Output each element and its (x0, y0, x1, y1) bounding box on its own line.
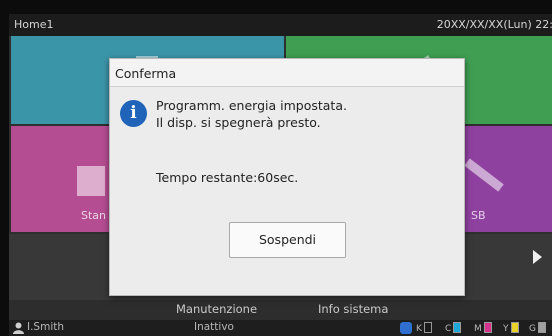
device-bezel: Home1 20XX/XX/XX(Lun) 22:2 Stan SB Manut… (0, 0, 552, 336)
dialog-message: Programm. energia impostata. Il disp. si… (156, 97, 347, 131)
message-line-1: Programm. energia impostata. (156, 98, 347, 113)
message-line-2: Il disp. si spegnerà presto. (156, 115, 321, 130)
suspend-button[interactable]: Sospendi (229, 222, 346, 258)
remaining-time: Tempo restante:60sec. (156, 170, 299, 185)
confirm-dialog: Conferma i Programm. energia impostata. … (109, 58, 465, 296)
info-icon: i (120, 100, 147, 127)
touch-screen: Home1 20XX/XX/XX(Lun) 22:2 Stan SB Manut… (9, 14, 552, 336)
dialog-title: Conferma (110, 59, 464, 87)
